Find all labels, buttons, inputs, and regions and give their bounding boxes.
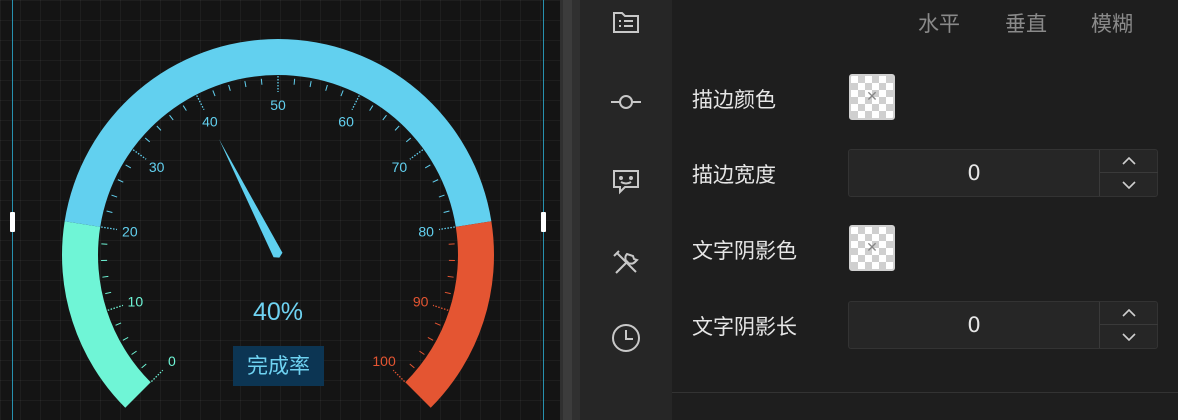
gauge-minor-tick: [106, 210, 113, 213]
tools-icon[interactable]: [608, 245, 644, 281]
gauge-major-tick: [101, 226, 118, 231]
gauge-major-tick: [409, 149, 424, 160]
chevron-up-icon: [1122, 309, 1136, 317]
stroke-color-label: 描边颜色: [692, 88, 776, 112]
gauge-major-tick: [438, 226, 455, 231]
gauge-minor-tick: [443, 210, 450, 213]
text-shadow-length-decrement-button[interactable]: [1100, 325, 1158, 348]
chevron-up-icon: [1122, 157, 1136, 165]
stroke-width-value[interactable]: 0: [849, 150, 1099, 196]
panel-divider: [672, 392, 1178, 393]
gauge-major-tick: [351, 95, 360, 111]
gauge-tick-label: 60: [338, 113, 354, 129]
text-shadow-length-stepper: [1099, 302, 1158, 348]
column-header-vertical: 垂直: [1005, 12, 1047, 36]
gauge-minor-tick: [434, 322, 441, 326]
gauge-minor-tick: [244, 81, 247, 88]
stroke-width-input[interactable]: 0: [848, 149, 1158, 197]
gauge-band-low: [61, 221, 151, 408]
splitter-track: [563, 0, 572, 420]
chat-bubble-icon[interactable]: [608, 163, 644, 199]
gauge-tick-label: 90: [413, 293, 429, 309]
gauge-tick-label: 30: [149, 159, 165, 175]
gauge-tick-label: 40: [202, 113, 218, 129]
gauge-major-tick: [432, 304, 449, 311]
panel-splitter[interactable]: [560, 0, 580, 420]
properties-panel: 水平 垂直 模糊 描边颜色 ✕ 描边宽度 0 文字阴影色 ✕ 文字阴影长 0: [672, 0, 1178, 420]
text-shadow-length-value[interactable]: 0: [849, 302, 1099, 348]
gauge-minor-tick: [212, 90, 216, 97]
gauge-percent-value: 40%: [253, 298, 303, 326]
gauge-minor-tick: [141, 363, 147, 369]
gauge-minor-tick: [169, 114, 174, 121]
gauge-minor-tick: [105, 291, 112, 295]
design-canvas[interactable]: 0 10 20 30 40 50 60 70 80 90 100 40% 完成率: [0, 0, 560, 420]
text-shadow-color-label: 文字阴影色: [692, 239, 797, 263]
gauge-minor-tick: [102, 275, 109, 278]
gauge-tick-label: 100: [372, 353, 396, 369]
clock-history-icon[interactable]: [608, 320, 644, 356]
stroke-color-swatch[interactable]: ✕: [849, 74, 895, 120]
gauge-major-tick: [132, 149, 147, 160]
gauge-minor-tick: [444, 291, 451, 295]
stroke-width-decrement-button[interactable]: [1100, 173, 1158, 196]
chevron-down-icon: [1122, 180, 1136, 189]
gauge-minor-tick: [115, 322, 122, 326]
gauge-minor-tick: [325, 84, 328, 91]
gauge-minor-tick: [125, 164, 132, 169]
gauge-minor-tick: [260, 78, 263, 85]
gauge-tick-label: 80: [418, 224, 434, 240]
gauge-minor-tick: [156, 125, 162, 131]
gauge-minor-tick: [131, 350, 137, 355]
gauge-tick-label: 0: [168, 353, 176, 369]
clear-color-icon: ✕: [866, 240, 878, 256]
gauge-major-tick: [392, 369, 406, 383]
gauge-tick-label: 10: [128, 293, 144, 309]
text-shadow-color-swatch[interactable]: ✕: [849, 225, 895, 271]
gauge-minor-tick: [427, 336, 434, 341]
gauge-minor-tick: [394, 125, 400, 131]
icon-sidebar: [580, 0, 672, 420]
gauge-minor-tick: [144, 137, 151, 143]
commit-node-icon[interactable]: [608, 84, 644, 120]
gauge-tick-label: 20: [122, 224, 138, 240]
stroke-width-increment-button[interactable]: [1100, 150, 1158, 173]
gauge-pointer: [218, 139, 283, 258]
gauge-minor-tick: [293, 78, 296, 85]
gauge-minor-tick: [419, 350, 425, 355]
column-header-horizontal: 水平: [918, 12, 960, 36]
text-shadow-length-increment-button[interactable]: [1100, 302, 1158, 325]
text-shadow-length-input[interactable]: 0: [848, 301, 1158, 349]
gauge-minor-tick: [309, 81, 312, 88]
gauge-band-high: [405, 221, 494, 408]
gauge-band-mid: [64, 38, 492, 227]
stroke-width-label: 描边宽度: [692, 163, 776, 187]
gauge-minor-tick: [122, 336, 129, 341]
gauge-minor-tick: [447, 275, 454, 278]
text-shadow-length-label: 文字阴影长: [692, 315, 797, 339]
gauge-minor-tick: [369, 105, 374, 111]
gauge-tick-label: 70: [392, 159, 408, 175]
gauge-major-tick: [150, 369, 164, 383]
gauge-minor-tick: [438, 194, 445, 198]
gauge-tick-label: 50: [270, 97, 286, 113]
column-header-blur: 模糊: [1091, 12, 1133, 36]
clear-color-icon: ✕: [866, 89, 878, 105]
gauge-major-tick: [107, 304, 124, 311]
gauge-minor-tick: [340, 90, 344, 97]
gauge-minor-tick: [182, 105, 187, 111]
gauge-minor-tick: [424, 164, 431, 169]
chevron-down-icon: [1122, 332, 1136, 341]
gauge-minor-tick: [111, 194, 118, 198]
gauge-minor-tick: [432, 179, 439, 183]
stroke-width-stepper: [1099, 150, 1158, 196]
folder-list-icon[interactable]: [608, 4, 644, 40]
gauge-minor-tick: [409, 363, 415, 369]
gauge-minor-tick: [228, 84, 231, 91]
gauge-caption: 完成率: [233, 346, 324, 386]
gauge-minor-tick: [382, 114, 387, 121]
gauge-minor-tick: [405, 137, 412, 143]
gauge-major-tick: [196, 95, 205, 111]
gauge-minor-tick: [117, 179, 124, 183]
